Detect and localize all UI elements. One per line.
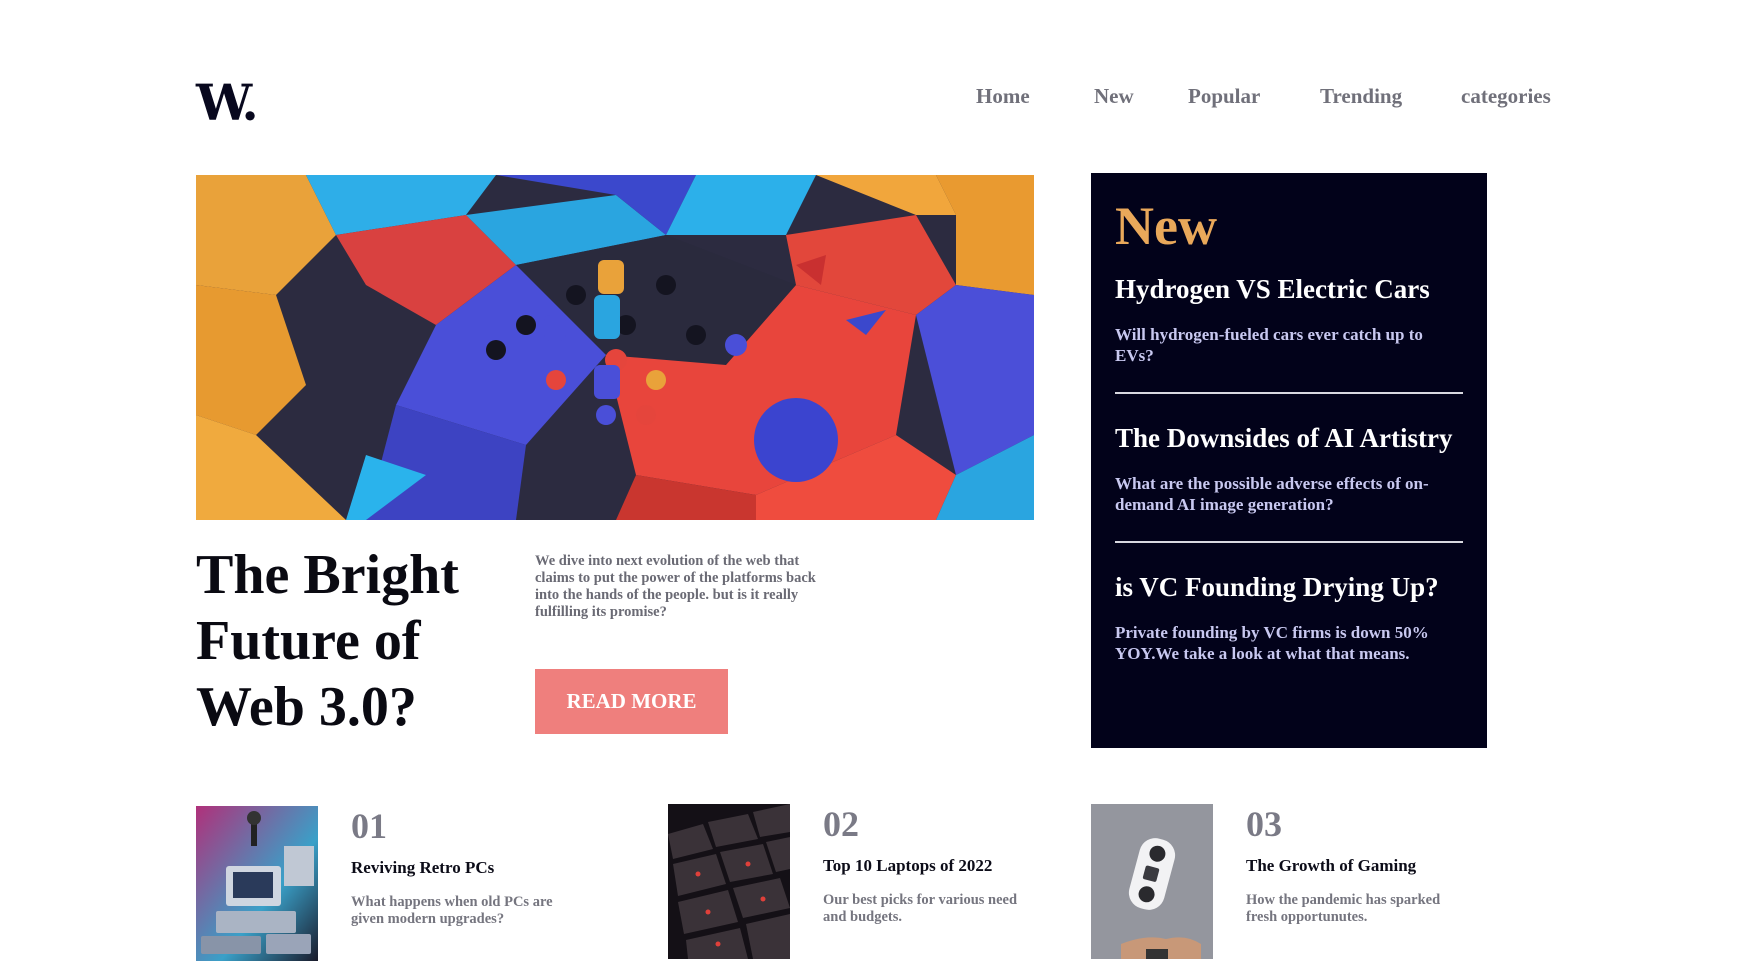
new-item-description: Will hydrogen-fueled cars ever catch up … <box>1115 325 1423 365</box>
new-item[interactable]: is VC Founding Drying Up? Private foundi… <box>1115 571 1463 664</box>
article-thumbnail[interactable] <box>1091 804 1213 959</box>
article-description: How the pandemic has sparked fresh oppor… <box>1246 892 1441 925</box>
new-item-title[interactable]: The Downsides of AI Artistry <box>1115 422 1463 455</box>
main-nav: Home New Popular Trending categories <box>0 84 1740 114</box>
nav-new[interactable]: New <box>1094 84 1134 109</box>
article-number: 01 <box>351 806 387 846</box>
new-panel-heading: New <box>1115 196 1217 256</box>
hero-description: We dive into next evolution of the web t… <box>535 553 816 620</box>
hero-image <box>196 175 1034 520</box>
article-title[interactable]: Top 10 Laptops of 2022 <box>823 856 1063 876</box>
article-number: 03 <box>1246 804 1282 844</box>
new-item[interactable]: The Downsides of AI Artistry What are th… <box>1115 422 1463 543</box>
game-controller-image <box>1091 804 1213 959</box>
new-item-description: Private founding by VC firms is down 50%… <box>1115 623 1429 663</box>
nav-categories[interactable]: categories <box>1461 84 1551 109</box>
nav-trending[interactable]: Trending <box>1320 84 1402 109</box>
article-thumbnail[interactable] <box>196 806 318 961</box>
nav-popular[interactable]: Popular <box>1188 84 1260 109</box>
article-thumbnail[interactable] <box>668 804 790 959</box>
new-item-title[interactable]: Hydrogen VS Electric Cars <box>1115 273 1463 306</box>
new-item[interactable]: Hydrogen VS Electric Cars Will hydrogen-… <box>1115 273 1463 394</box>
article-number: 02 <box>823 804 859 844</box>
new-item-title[interactable]: is VC Founding Drying Up? <box>1115 571 1463 604</box>
read-more-button[interactable]: READ MORE <box>535 669 728 734</box>
abstract-3d-blocks-image <box>196 175 1034 520</box>
article-description: What happens when old PCs are given mode… <box>351 894 553 927</box>
article-title[interactable]: The Growth of Gaming <box>1246 856 1486 876</box>
article-title[interactable]: Reviving Retro PCs <box>351 858 591 878</box>
hero-title: The Bright Future of Web 3.0? <box>196 544 459 738</box>
nav-home[interactable]: Home <box>976 84 1030 109</box>
new-panel: New Hydrogen VS Electric Cars Will hydro… <box>1091 173 1487 748</box>
new-item-description: What are the possible adverse effects of… <box>1115 474 1429 514</box>
article-description: Our best picks for various need and budg… <box>823 892 1018 925</box>
retro-pc-image <box>196 806 318 961</box>
laptop-keyboard-image <box>668 804 790 959</box>
